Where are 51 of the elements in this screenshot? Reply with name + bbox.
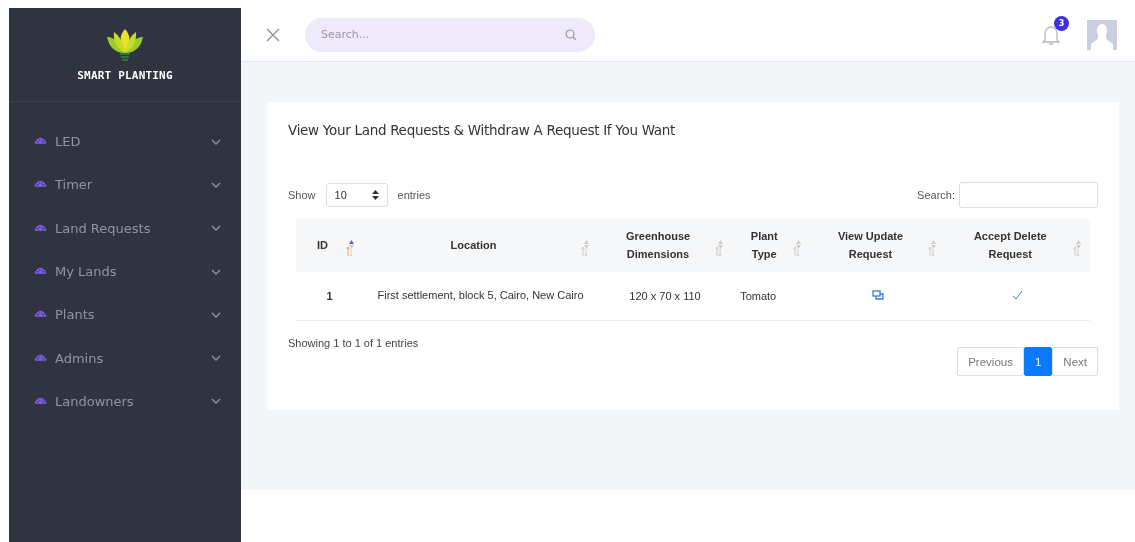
bell-icon[interactable]	[1041, 23, 1061, 46]
table-info: Showing 1 to 1 of 1 entries	[288, 337, 419, 349]
table-cell: First settlement, block 5, Cairo, New Cairo	[363, 272, 598, 321]
sidebar-item[interactable]: Landowners	[9, 379, 241, 424]
check-icon[interactable]	[1011, 290, 1023, 300]
entries-label: entries	[397, 189, 431, 201]
previous-button[interactable]: Previous	[957, 347, 1024, 376]
umbrella-icon	[34, 223, 47, 233]
entries-select[interactable]: 10	[325, 183, 388, 207]
chevron-down-icon	[211, 311, 221, 318]
search-icon[interactable]	[565, 28, 577, 41]
sidebar-item[interactable]: My Lands	[9, 249, 241, 294]
column-header[interactable]: Location	[363, 219, 598, 272]
page-button[interactable]: 1	[1023, 347, 1053, 376]
copy-icon[interactable]	[871, 290, 884, 300]
search-field[interactable]: Search...	[305, 17, 595, 52]
umbrella-icon	[34, 267, 47, 277]
table-cell: Tomato	[732, 272, 811, 321]
table-cell: 1	[296, 272, 364, 321]
umbrella-icon	[34, 180, 47, 190]
card-title: View Your Land Requests & Withdraw A Request If You Want	[288, 122, 677, 138]
column-header[interactable]: ID	[296, 219, 364, 272]
chevron-down-icon	[211, 138, 221, 145]
updown-icon	[371, 190, 379, 200]
sidebar-item[interactable]: Timer	[9, 163, 241, 207]
chevron-down-icon	[211, 398, 221, 405]
column-header[interactable]: View Update Request	[810, 219, 945, 272]
avatar-icon[interactable]	[1087, 19, 1117, 50]
chevron-down-icon	[211, 181, 221, 188]
column-header[interactable]: Greenhouse Dimensions	[597, 219, 733, 272]
close-icon[interactable]	[265, 26, 281, 43]
chevron-down-icon	[211, 268, 221, 275]
umbrella-icon	[34, 137, 47, 147]
chevron-down-icon	[211, 225, 221, 232]
chevron-down-icon	[211, 355, 221, 362]
search-input[interactable]	[959, 182, 1098, 208]
sidebar-item[interactable]: Plants	[9, 293, 241, 337]
brand-name: SMART PLANTING	[77, 69, 173, 82]
search-label: Search:	[917, 189, 955, 201]
sidebar-item[interactable]: LED	[9, 120, 241, 164]
umbrella-icon	[34, 310, 47, 320]
column-header[interactable]: Plant Type	[732, 219, 811, 272]
sidebar-item[interactable]: Land Requests	[9, 206, 241, 250]
show-label: Show	[288, 189, 316, 201]
table-cell: 120 x 70 x 110	[597, 272, 733, 321]
notification-badge: 3	[1054, 15, 1069, 31]
next-button[interactable]: Next	[1052, 347, 1098, 376]
umbrella-icon	[34, 396, 47, 406]
umbrella-icon	[34, 353, 47, 363]
sidebar-item[interactable]: Admins	[9, 336, 241, 380]
column-header[interactable]: Accept Delete Request	[944, 219, 1090, 272]
